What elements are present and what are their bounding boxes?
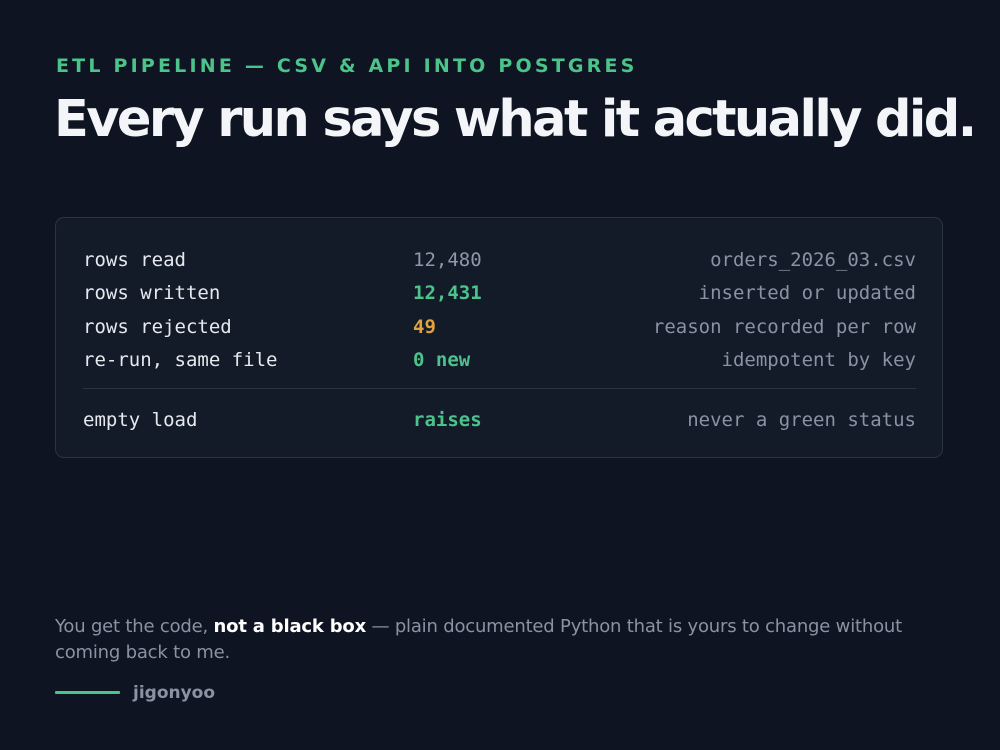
row-note: never a green status [687,409,916,431]
summary-divider [83,388,916,389]
row-note: reason recorded per row [652,316,916,338]
row-value: 12,480 [413,249,482,271]
row-label: re-run, same file [83,349,278,371]
signature-rule [55,691,120,694]
row-value: 12,431 [413,282,482,304]
summary-row-rows-rejected: rows rejected 49 reason recorded per row [83,314,916,340]
summary-row-rerun: re-run, same file 0 new idempotent by ke… [83,347,916,373]
footer-statement: You get the code, not a black box — plai… [55,614,935,666]
row-note: orders_2026_03.csv [710,249,916,271]
run-summary-panel: rows read 12,480 orders_2026_03.csv rows… [55,217,943,458]
row-note: inserted or updated [698,282,916,304]
row-value: 49 [413,316,436,338]
row-value: raises [413,409,482,431]
summary-row-rows-written: rows written 12,431 inserted or updated [83,280,916,306]
row-label: rows written [83,282,221,304]
summary-row-rows-read: rows read 12,480 orders_2026_03.csv [83,247,916,273]
footer-text-lead: You get the code, [55,616,214,637]
row-note: idempotent by key [721,349,916,371]
row-label: empty load [83,409,198,431]
row-label: rows rejected [83,316,232,338]
row-label: rows read [83,249,186,271]
page-title: Every run says what it actually did. [54,90,977,149]
row-value: 0 new [413,349,471,371]
summary-row-empty-load: empty load raises never a green status [83,407,916,433]
author-name: jigonyoo [133,683,216,703]
footer-emphasis: not a black box [213,616,367,637]
eyebrow-label: ETL PIPELINE — CSV & API INTO POSTGRES [56,55,638,77]
